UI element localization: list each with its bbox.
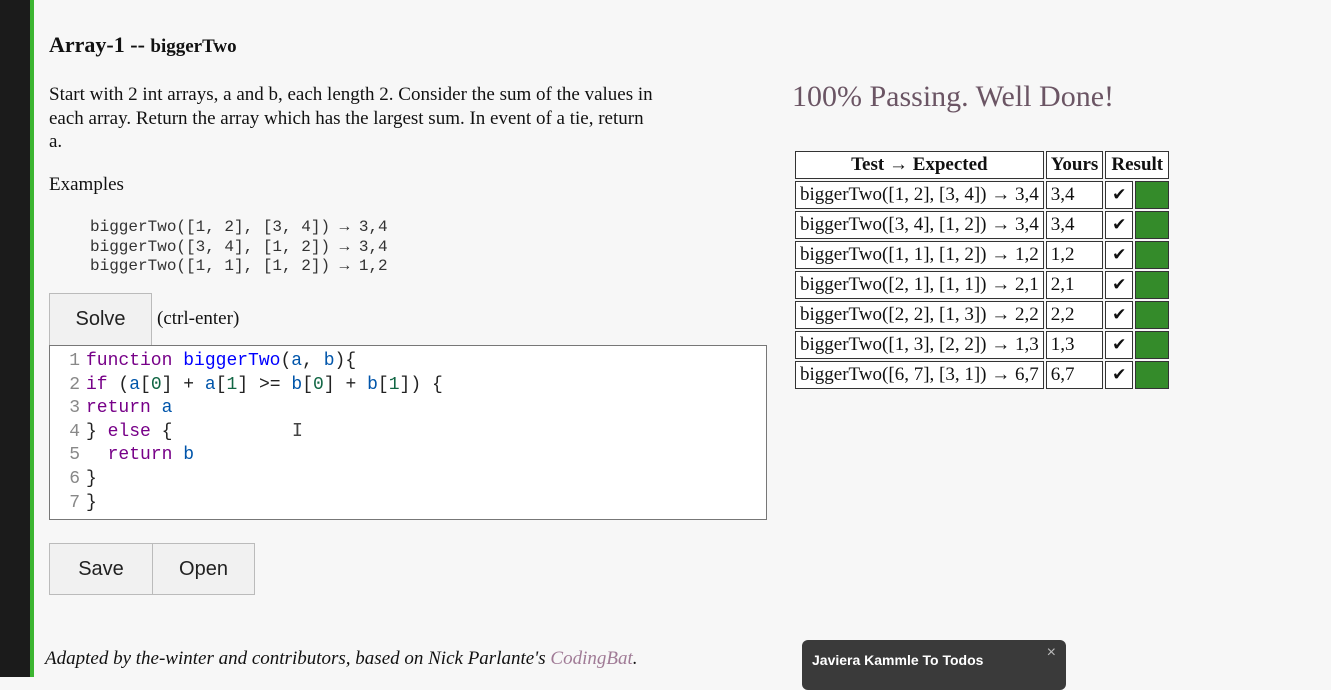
text-cursor-icon: I	[292, 420, 303, 441]
line-number: 5	[69, 445, 80, 466]
window-left-bar	[0, 0, 30, 677]
yours-cell: 3,4	[1045, 181, 1104, 209]
table-row: biggerTwo([3, 4], [1, 2]) → 3,4 3,4 ✔	[795, 211, 1170, 239]
test-cell: biggerTwo([1, 3], [2, 2]) → 1,3	[795, 331, 1044, 359]
line-number: 7	[69, 492, 80, 513]
example-line: biggerTwo([1, 2], [3, 4]) → 3,4	[90, 218, 388, 236]
results-table: Test → Expected Yours Result biggerTwo([…	[793, 149, 1171, 391]
test-cell: biggerTwo([3, 4], [1, 2]) → 3,4	[795, 211, 1044, 239]
code-line[interactable]: }	[86, 468, 443, 492]
code-editor[interactable]: 1 2 3 4 5 6 7 function biggerTwo(a, b){ …	[49, 345, 767, 520]
code-line[interactable]: return a	[86, 397, 443, 421]
editor-gutter: 1 2 3 4 5 6 7	[50, 350, 80, 515]
table-row: biggerTwo([2, 2], [1, 3]) → 2,2 2,2 ✔	[795, 301, 1170, 329]
code-line[interactable]: return b	[86, 444, 443, 468]
yours-cell: 1,2	[1045, 241, 1104, 269]
test-cell: biggerTwo([1, 2], [3, 4]) → 3,4	[795, 181, 1044, 209]
table-row: biggerTwo([6, 7], [3, 1]) → 6,7 6,7 ✔	[795, 361, 1170, 389]
pass-indicator	[1135, 241, 1170, 269]
solve-button[interactable]: Solve	[49, 293, 152, 345]
chat-notification[interactable]: Javiera Kammle To Todos ×	[802, 640, 1066, 690]
results-header-row: Test → Expected Yours Result	[795, 151, 1170, 179]
examples-list: biggerTwo([1, 2], [3, 4]) → 3,4 biggerTw…	[90, 218, 388, 277]
yours-cell: 1,3	[1045, 331, 1104, 359]
codingbat-link[interactable]: CodingBat	[550, 648, 632, 669]
close-icon[interactable]: ×	[1047, 644, 1056, 662]
footer-text: Adapted by the-winter and contributors, …	[45, 648, 551, 669]
pass-indicator	[1135, 331, 1170, 359]
table-row: biggerTwo([1, 1], [1, 2]) → 1,2 1,2 ✔	[795, 241, 1170, 269]
check-icon: ✔	[1105, 211, 1134, 239]
problem-title-name: biggerTwo	[150, 36, 237, 57]
save-button[interactable]: Save	[49, 543, 153, 595]
test-cell: biggerTwo([2, 2], [1, 3]) → 2,2	[795, 301, 1044, 329]
pass-indicator	[1135, 181, 1170, 209]
pass-indicator	[1135, 211, 1170, 239]
open-button[interactable]: Open	[152, 543, 255, 595]
line-number: 3	[69, 398, 80, 419]
shortcut-hint: (ctrl-enter)	[157, 308, 240, 329]
yours-cell: 6,7	[1045, 361, 1104, 389]
passing-status: 100% Passing. Well Done!	[792, 80, 1115, 113]
header-result: Result	[1105, 151, 1170, 179]
check-icon: ✔	[1105, 181, 1134, 209]
table-row: biggerTwo([1, 2], [3, 4]) → 3,4 3,4 ✔	[795, 181, 1170, 209]
chat-sender: Javiera Kammle To Todos	[812, 652, 984, 668]
header-test-expected: Test → Expected	[795, 151, 1044, 179]
line-number: 6	[69, 468, 80, 489]
check-icon: ✔	[1105, 271, 1134, 299]
example-line: biggerTwo([1, 1], [1, 2]) → 1,2	[90, 257, 388, 275]
code-line[interactable]: if (a[0] + a[1] >= b[0] + b[1]) {	[86, 374, 443, 398]
problem-title-main: Array-1 --	[49, 32, 151, 57]
header-yours: Yours	[1045, 151, 1104, 179]
examples-label: Examples	[49, 174, 124, 195]
pass-indicator	[1135, 301, 1170, 329]
test-cell: biggerTwo([2, 1], [1, 1]) → 2,1	[795, 271, 1044, 299]
pass-indicator	[1135, 361, 1170, 389]
editor-code[interactable]: function biggerTwo(a, b){ if (a[0] + a[1…	[86, 350, 443, 515]
code-line[interactable]: }	[86, 492, 443, 516]
footer-credit: Adapted by the-winter and contributors, …	[45, 648, 638, 670]
table-row: biggerTwo([2, 1], [1, 1]) → 2,1 2,1 ✔	[795, 271, 1170, 299]
example-line: biggerTwo([3, 4], [1, 2]) → 3,4	[90, 237, 388, 256]
test-cell: biggerTwo([1, 1], [1, 2]) → 1,2	[795, 241, 1044, 269]
code-line[interactable]: function biggerTwo(a, b){	[86, 350, 443, 374]
check-icon: ✔	[1105, 361, 1134, 389]
line-number: 4	[69, 421, 80, 442]
check-icon: ✔	[1105, 301, 1134, 329]
window-left-accent	[30, 0, 34, 677]
yours-cell: 3,4	[1045, 211, 1104, 239]
pass-indicator	[1135, 271, 1170, 299]
table-row: biggerTwo([1, 3], [2, 2]) → 1,3 1,3 ✔	[795, 331, 1170, 359]
check-icon: ✔	[1105, 331, 1134, 359]
code-line[interactable]: } else {	[86, 421, 443, 445]
footer-end: .	[632, 648, 638, 669]
problem-description: Start with 2 int arrays, a and b, each l…	[49, 84, 653, 152]
line-number: 2	[69, 374, 80, 395]
line-number: 1	[69, 351, 80, 371]
yours-cell: 2,2	[1045, 301, 1104, 329]
problem-title: Array-1 -- biggerTwo	[49, 32, 237, 58]
yours-cell: 2,1	[1045, 271, 1104, 299]
test-cell: biggerTwo([6, 7], [3, 1]) → 6,7	[795, 361, 1044, 389]
check-icon: ✔	[1105, 241, 1134, 269]
